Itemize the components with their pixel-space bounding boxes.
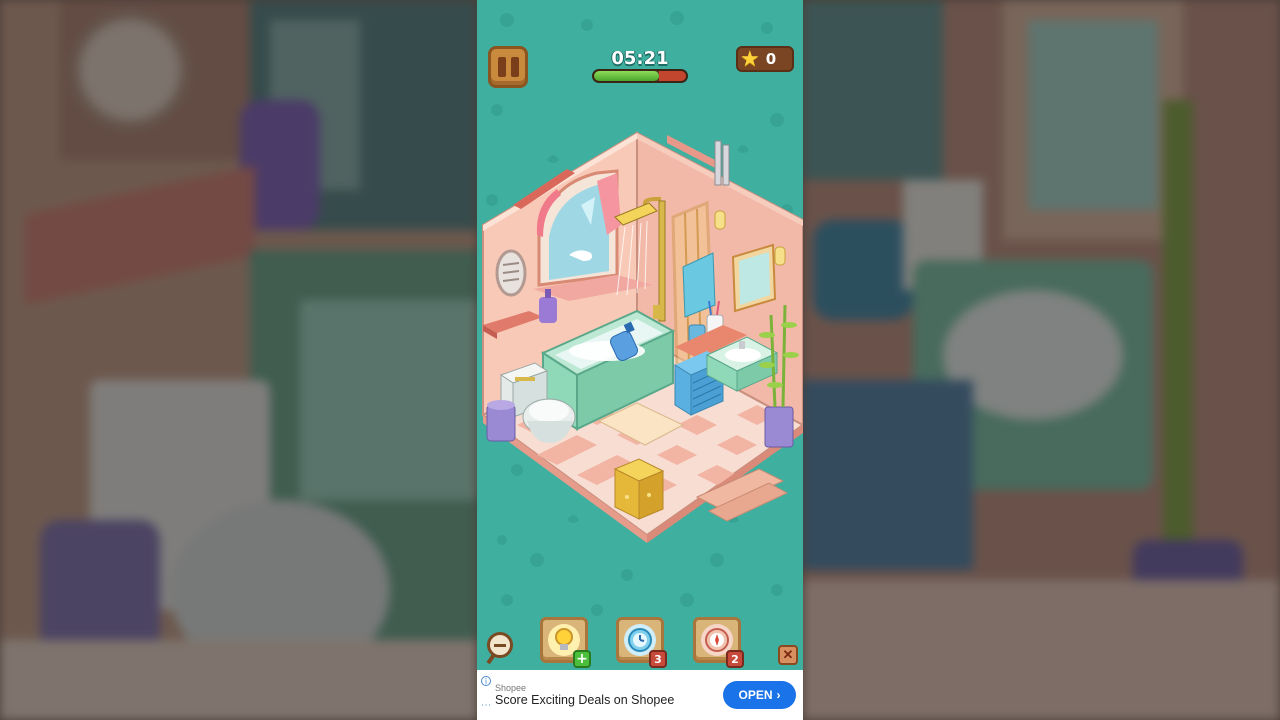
- wall-lamp[interactable]: [714, 210, 726, 230]
- trash-bin[interactable]: [486, 404, 516, 442]
- pause-icon: [497, 57, 506, 77]
- time-progress-remaining: [659, 71, 686, 81]
- compass-count-badge: 2: [726, 650, 744, 668]
- close-icon[interactable]: ✕: [778, 645, 798, 665]
- star-counter: ★ 0: [736, 46, 794, 72]
- blurred-backdrop-right: [803, 0, 1280, 720]
- ad-banner[interactable]: i ⋮ Shopee Score Exciting Deals on Shope…: [477, 670, 803, 720]
- time-progress-fill: [594, 71, 660, 81]
- chevron-right-icon: ›: [776, 688, 781, 702]
- more-options-icon[interactable]: ⋮: [480, 700, 491, 710]
- ad-open-button[interactable]: OPEN ›: [723, 681, 796, 709]
- ad-brand: Shopee: [495, 683, 527, 693]
- soap-bottle[interactable]: [539, 297, 557, 323]
- star-icon: ★: [740, 46, 760, 71]
- ad-title[interactable]: Score Exciting Deals on Shopee: [495, 693, 674, 707]
- blurred-backdrop-left: [0, 0, 477, 720]
- potted-plant[interactable]: [764, 406, 794, 448]
- hint-lightbulb-button[interactable]: +: [540, 617, 591, 668]
- bathroom-scene[interactable]: [477, 125, 803, 545]
- info-icon[interactable]: i: [481, 676, 491, 686]
- star-count: 0: [765, 50, 777, 68]
- freeze-count-badge: 3: [649, 650, 667, 668]
- hint-add-badge: +: [573, 650, 591, 668]
- freeze-time-button[interactable]: 3: [616, 617, 667, 668]
- power-up-toolbar: + 3 2: [477, 612, 803, 670]
- compass-button[interactable]: 2: [693, 617, 744, 668]
- screen: 05:21 ★ 0 + 3 2 ✕ i ⋮ Shopee Score Excit…: [0, 0, 1280, 720]
- time-progress-bar: [592, 69, 688, 83]
- countdown-timer: 05:21: [611, 48, 669, 69]
- ad-open-label: OPEN: [738, 688, 773, 702]
- pause-button[interactable]: [488, 46, 528, 88]
- game-screen: 05:21 ★ 0 + 3 2 ✕ i ⋮ Shopee Score Excit…: [477, 0, 803, 720]
